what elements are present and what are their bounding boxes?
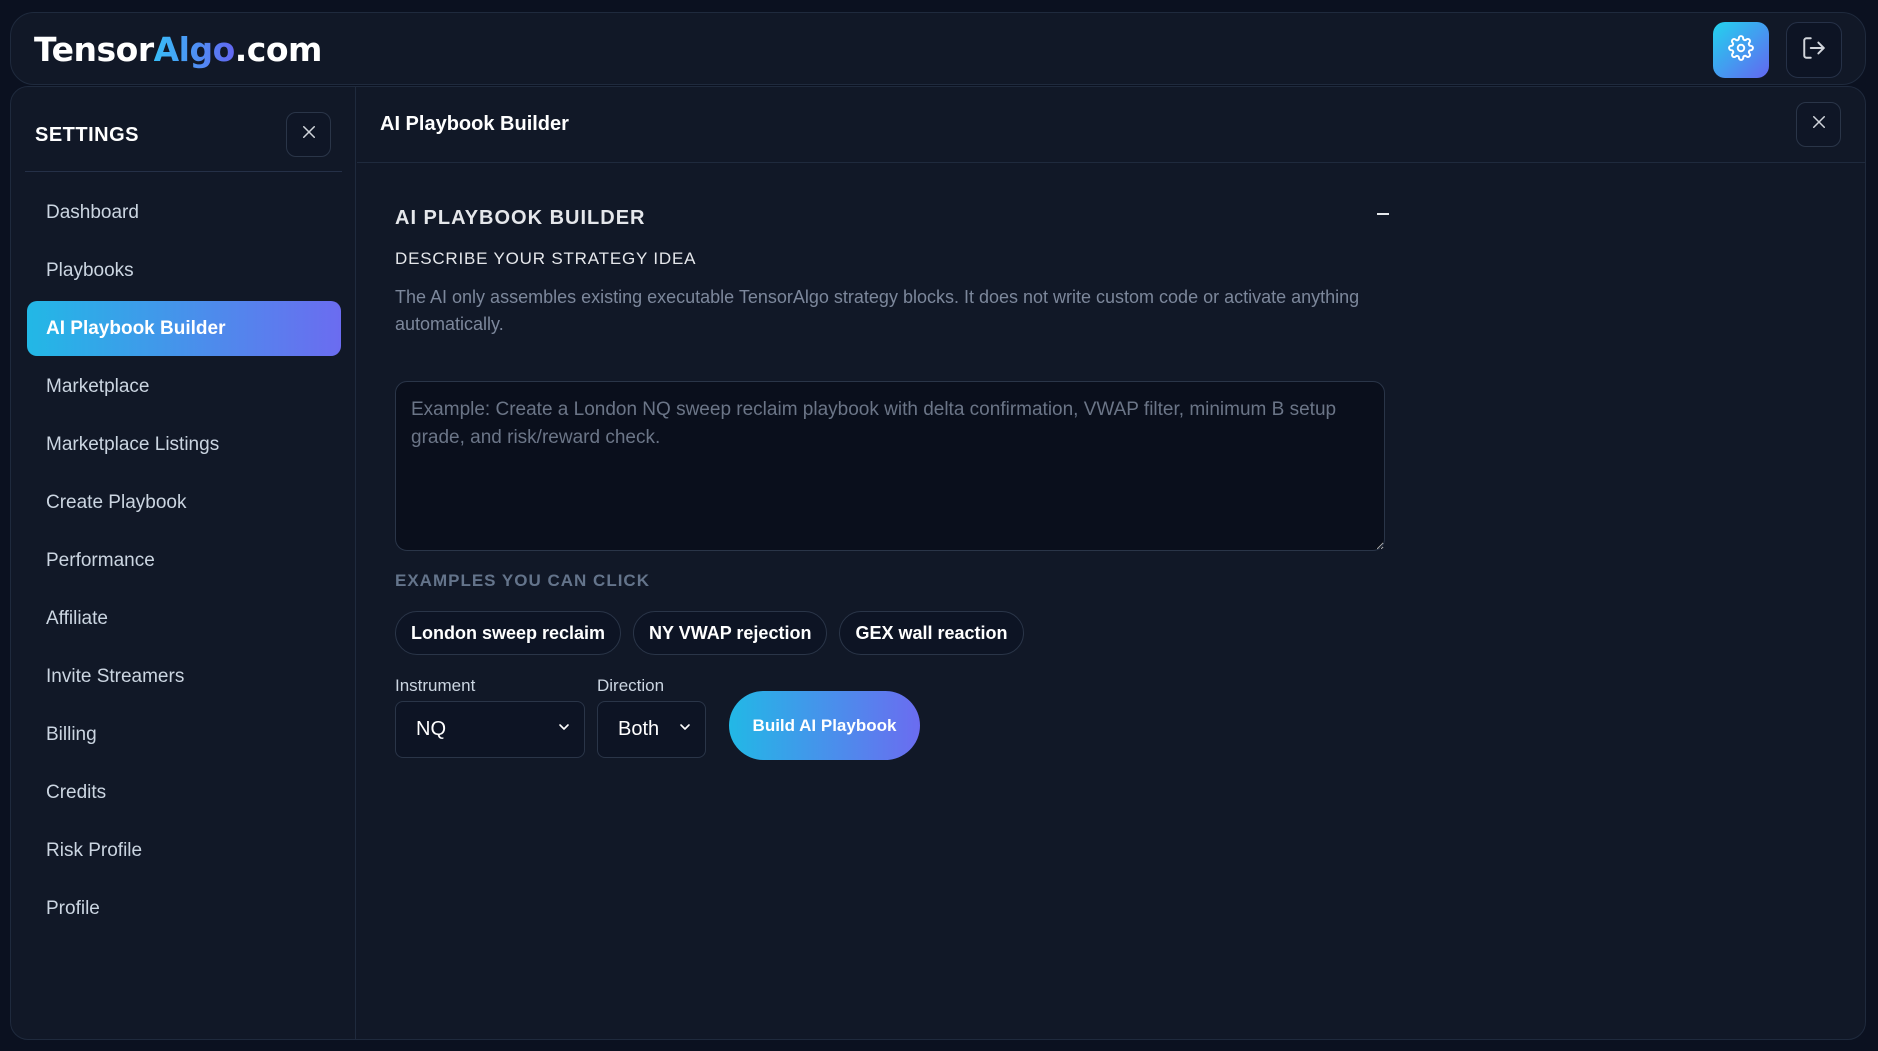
sidebar-item-affiliate[interactable]: Affiliate xyxy=(27,591,341,646)
sidebar-item-playbooks[interactable]: Playbooks xyxy=(27,243,341,298)
instrument-select[interactable]: NQ xyxy=(395,701,585,758)
sidebar-nav: Dashboard Playbooks AI Playbook Builder … xyxy=(27,185,341,939)
content-area: AI Playbook Builder AI PLAYBOOK BUILDER … xyxy=(357,87,1865,1039)
sidebar-item-performance[interactable]: Performance xyxy=(27,533,341,588)
settings-panel: SETTINGS Dashboard Playbooks AI Playbook… xyxy=(10,86,1866,1040)
direction-label: Direction xyxy=(597,676,665,695)
sidebar-title: SETTINGS xyxy=(35,124,140,146)
sidebar-close-button[interactable] xyxy=(286,112,331,157)
content-header: AI Playbook Builder xyxy=(357,87,1865,163)
help-text: The AI only assembles existing executabl… xyxy=(395,287,1360,334)
settings-sidebar: SETTINGS Dashboard Playbooks AI Playbook… xyxy=(11,87,356,1039)
top-bar: TensorAlgo.com xyxy=(10,12,1866,85)
sidebar-item-marketplace[interactable]: Marketplace xyxy=(27,359,341,414)
strategy-idea-input[interactable] xyxy=(395,381,1385,551)
sidebar-item-create-playbook[interactable]: Create Playbook xyxy=(27,475,341,530)
describe-label: DESCRIBE YOUR STRATEGY IDEA xyxy=(395,249,697,268)
example-chip-london-sweep-reclaim[interactable]: London sweep reclaim xyxy=(395,611,622,655)
sidebar-item-credits[interactable]: Credits xyxy=(27,765,341,820)
minus-icon xyxy=(1375,205,1391,226)
instrument-value: NQ xyxy=(416,718,446,740)
brand-prefix: Tensor xyxy=(34,30,154,69)
sidebar-item-risk-profile[interactable]: Risk Profile xyxy=(27,823,341,878)
brand-logo[interactable]: TensorAlgo.com xyxy=(34,30,322,69)
instrument-label: Instrument xyxy=(395,676,476,695)
close-icon xyxy=(1810,113,1828,136)
logout-icon xyxy=(1801,35,1827,66)
brand-accent: Algo xyxy=(153,30,236,69)
sidebar-divider xyxy=(25,171,342,172)
chevron-down-icon xyxy=(677,718,693,741)
sidebar-item-profile[interactable]: Profile xyxy=(27,881,341,936)
gear-icon xyxy=(1728,34,1754,66)
close-icon xyxy=(300,123,318,146)
sidebar-item-dashboard[interactable]: Dashboard xyxy=(27,185,341,240)
page-title: AI Playbook Builder xyxy=(380,113,569,135)
example-chips: London sweep reclaim NY VWAP rejection G… xyxy=(395,611,1024,655)
examples-label: EXAMPLES YOU CAN CLICK xyxy=(395,571,650,590)
settings-button[interactable] xyxy=(1713,22,1769,78)
brand-suffix: .com xyxy=(234,30,323,69)
sidebar-item-billing[interactable]: Billing xyxy=(27,707,341,762)
direction-value: Both xyxy=(618,718,660,740)
sidebar-item-ai-playbook-builder[interactable]: AI Playbook Builder xyxy=(27,301,341,356)
sidebar-item-marketplace-listings[interactable]: Marketplace Listings xyxy=(27,417,341,472)
logout-button[interactable] xyxy=(1786,22,1842,78)
sidebar-item-invite-streamers[interactable]: Invite Streamers xyxy=(27,649,341,704)
section-title: AI PLAYBOOK BUILDER xyxy=(395,207,646,229)
example-chip-ny-vwap-rejection[interactable]: NY VWAP rejection xyxy=(633,611,828,655)
collapse-button[interactable] xyxy=(1367,199,1399,231)
content-close-button[interactable] xyxy=(1796,102,1841,147)
example-chip-gex-wall-reaction[interactable]: GEX wall reaction xyxy=(839,611,1024,655)
chevron-down-icon xyxy=(556,718,572,741)
direction-select[interactable]: Both xyxy=(597,701,706,758)
build-ai-playbook-button[interactable]: Build AI Playbook xyxy=(729,691,920,760)
